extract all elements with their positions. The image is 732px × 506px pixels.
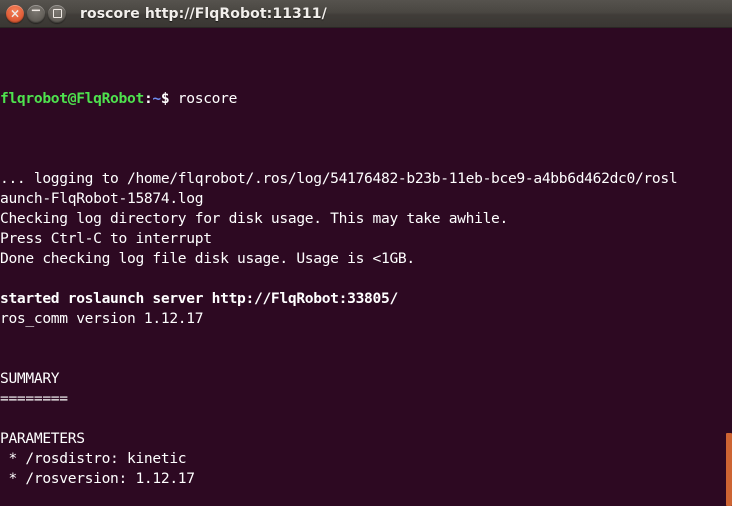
output-line-list: ... logging to /home/flqrobot/.ros/log/5… — [0, 169, 678, 506]
terminal-output: flqrobot@FlqRobot:~$ roscore ... logging… — [0, 29, 678, 506]
terminal-line: started roslaunch server http://FlqRobot… — [0, 290, 398, 307]
terminal-line: ======== — [0, 390, 68, 407]
terminal-line: aunch-FlqRobot-15874.log — [0, 190, 204, 207]
terminal-line: PARAMETERS — [0, 430, 85, 447]
terminal-line: * /rosdistro: kinetic — [0, 450, 187, 467]
terminal-line: ros_comm version 1.12.17 — [0, 310, 204, 327]
scrollbar-thumb[interactable] — [726, 433, 732, 506]
terminal-line: Done checking log file disk usage. Usage… — [0, 250, 415, 267]
terminal-line: Press Ctrl-C to interrupt — [0, 230, 212, 247]
terminal-window: × − roscore http://FlqRobot:11311/ flqro… — [0, 0, 732, 506]
terminal-scrollbar[interactable] — [726, 28, 732, 506]
terminal-line: * /rosversion: 1.12.17 — [0, 470, 195, 487]
window-titlebar[interactable]: × − roscore http://FlqRobot:11311/ — [0, 0, 732, 28]
minimize-icon: − — [30, 3, 42, 19]
close-button[interactable]: × — [6, 4, 24, 23]
terminal-line: Checking log directory for disk usage. T… — [0, 210, 508, 227]
minimize-button[interactable]: − — [27, 3, 45, 23]
window-controls: × − — [0, 3, 66, 23]
prompt-path: ~ — [152, 90, 161, 107]
close-icon: × — [9, 6, 21, 20]
prompt-userhost: flqrobot@FlqRobot — [0, 90, 144, 107]
terminal-line: ... logging to /home/flqrobot/.ros/log/5… — [0, 170, 678, 187]
maximize-button[interactable] — [48, 4, 66, 23]
terminal-line: SUMMARY — [0, 370, 60, 387]
prompt-command: roscore — [169, 90, 238, 107]
prompt-line: flqrobot@FlqRobot:~$ roscore — [0, 89, 677, 109]
maximize-icon — [52, 9, 62, 18]
window-title: roscore http://FlqRobot:11311/ — [80, 5, 327, 22]
terminal-screen[interactable]: flqrobot@FlqRobot:~$ roscore ... logging… — [0, 28, 732, 506]
